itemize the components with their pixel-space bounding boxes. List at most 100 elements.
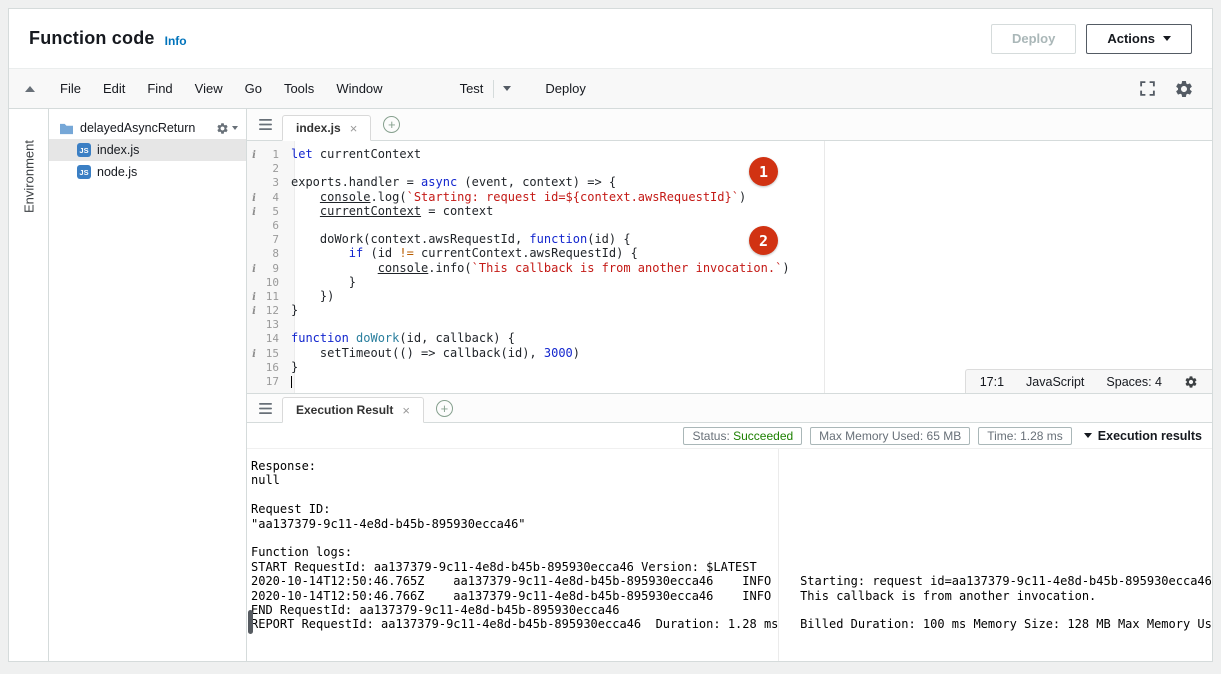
log-line: 2020-10-14T12:50:46.766Z aa137379-9c11-4… <box>251 589 1212 603</box>
tab-list-icon[interactable] <box>259 119 272 130</box>
test-control: Test <box>450 80 521 98</box>
fullscreen-icon[interactable] <box>1139 80 1156 97</box>
code-text: let currentContext <box>291 147 421 161</box>
tab-index-js[interactable]: index.js × <box>282 115 371 141</box>
code-line-13[interactable]: 13 <box>247 317 1212 331</box>
log-line: 2020-10-14T12:50:46.765Z aa137379-9c11-4… <box>251 574 1212 588</box>
code-line-4[interactable]: i4 console.log(`Starting: request id=${c… <box>247 190 1212 204</box>
test-button[interactable]: Test <box>450 81 494 96</box>
code-line-14[interactable]: 14function doWork(id, callback) { <box>247 331 1212 345</box>
deploy-button[interactable]: Deploy <box>991 24 1076 54</box>
result-badges: Status: Succeeded Max Memory Used: 65 MB T… <box>683 427 1071 445</box>
execution-results-toggle[interactable]: Execution results <box>1084 429 1202 443</box>
log-lines: Response:nullRequest ID:"aa137379-9c11-4… <box>251 459 1212 632</box>
line-number: 1 <box>261 148 287 162</box>
results-tabbar: Execution Result × + <box>247 394 1212 423</box>
folder-settings-gear-icon[interactable] <box>216 122 238 135</box>
menu-deploy[interactable]: Deploy <box>534 69 596 109</box>
tree-item-delayedasyncreturn[interactable]: delayedAsyncReturn <box>49 117 246 139</box>
badge-status: Status: Succeeded <box>683 427 802 445</box>
settings-gear-icon[interactable] <box>1174 79 1194 99</box>
chevron-down-icon <box>503 86 511 91</box>
code-line-7[interactable]: 7 doWork(context.awsRequestId, function(… <box>247 232 1212 246</box>
code-text: console.info(`This callback is from anot… <box>291 261 790 275</box>
actions-button[interactable]: Actions <box>1086 24 1192 54</box>
info-link[interactable]: Info <box>165 34 187 48</box>
code-line-8[interactable]: 8 if (id != currentContext.awsRequestId)… <box>247 246 1212 260</box>
header-actions: Deploy Actions <box>991 24 1192 54</box>
code-line-9[interactable]: i9 console.info(`This callback is from a… <box>247 261 1212 275</box>
log-line: null <box>251 473 1212 487</box>
file-tree-panel: delayedAsyncReturn JS index.js JSnode.js <box>49 109 247 661</box>
code-line-6[interactable]: 6 <box>247 218 1212 232</box>
line-number: 7 <box>261 233 287 247</box>
test-dropdown-caret[interactable] <box>493 80 520 98</box>
function-code-card: Function code Info Deploy Actions FileEd… <box>8 8 1213 662</box>
menu-view[interactable]: View <box>184 69 234 109</box>
chevron-down-icon <box>1084 433 1092 438</box>
code-line-1[interactable]: i1let currentContext <box>247 147 1212 161</box>
line-number: 12 <box>261 304 287 318</box>
code-line-3[interactable]: 3exports.handler = async (event, context… <box>247 175 1212 189</box>
tree-item-label: index.js <box>97 143 139 157</box>
code-line-15[interactable]: i15 setTimeout(() => callback(id), 3000) <box>247 346 1212 360</box>
menu-find[interactable]: Find <box>136 69 183 109</box>
code-text: exports.handler = async (event, context)… <box>291 175 616 189</box>
execution-result-panel: Execution Result × + Status: Succeeded Ma… <box>247 393 1212 661</box>
editor-settings-gear-icon[interactable] <box>1184 375 1198 389</box>
log-scrollbar[interactable] <box>248 610 253 634</box>
badge-value: 1.28 ms <box>1020 429 1063 443</box>
annotation-badge-2: 2 <box>749 226 778 255</box>
line-number: 9 <box>261 262 287 276</box>
badge-time: Time: 1.28 ms <box>978 427 1072 445</box>
line-number: 17 <box>261 375 287 389</box>
line-number: 6 <box>261 219 287 233</box>
editor-status-bar: 17:1 JavaScript Spaces: 4 <box>965 369 1212 393</box>
menu-go[interactable]: Go <box>234 69 273 109</box>
code-text: console.log(`Starting: request id=${cont… <box>291 190 746 204</box>
indentation-setting[interactable]: Spaces: 4 <box>1106 375 1162 389</box>
environment-label: Environment <box>9 117 49 237</box>
actions-button-label: Actions <box>1107 31 1155 46</box>
code-line-12[interactable]: i12} <box>247 303 1212 317</box>
code-editor[interactable]: i1let currentContext23exports.handler = … <box>247 141 1212 393</box>
environment-strip[interactable]: Environment <box>9 109 49 661</box>
code-line-2[interactable]: 2 <box>247 161 1212 175</box>
tree-item-node-js[interactable]: JSnode.js <box>49 161 246 183</box>
code-line-11[interactable]: i11 }) <box>247 289 1212 303</box>
results-tab-list-icon[interactable] <box>259 403 272 414</box>
tree-item-index-js[interactable]: JS index.js <box>49 139 246 161</box>
badge-label: Time: <box>987 429 1020 443</box>
header: Function code Info Deploy Actions <box>9 9 1212 69</box>
page-title: Function code <box>29 28 155 49</box>
gear-icon <box>216 122 229 135</box>
plus-icon: + <box>388 118 396 131</box>
editor-menubar: FileEditFindViewGoToolsWindow Test Deplo… <box>9 69 1212 109</box>
js-file-icon: JS <box>77 143 91 157</box>
code-text: } <box>291 275 356 289</box>
language-mode[interactable]: JavaScript <box>1026 375 1084 389</box>
menu-tools[interactable]: Tools <box>273 69 325 109</box>
code-line-5[interactable]: i5 currentContext = context <box>247 204 1212 218</box>
js-badge: JS <box>77 143 91 157</box>
log-line <box>251 488 1212 502</box>
badge-label: Status: <box>692 429 733 443</box>
badge-value: 65 MB <box>927 429 962 443</box>
menu-edit[interactable]: Edit <box>92 69 136 109</box>
close-icon[interactable]: × <box>350 122 358 135</box>
badge-max-memory-used: Max Memory Used: 65 MB <box>810 427 970 445</box>
code-text: if (id != currentContext.awsRequestId) { <box>291 246 638 260</box>
log-line <box>251 531 1212 545</box>
code-line-10[interactable]: 10 } <box>247 275 1212 289</box>
tab-execution-result[interactable]: Execution Result × <box>282 397 424 423</box>
new-tab-button[interactable]: + <box>383 116 400 133</box>
menu-file[interactable]: File <box>49 69 92 109</box>
collapse-menubar-icon[interactable] <box>25 86 35 92</box>
close-icon[interactable]: × <box>402 404 410 417</box>
log-line: START RequestId: aa137379-9c11-4e8d-b45b… <box>251 560 1212 574</box>
log-line: Function logs: <box>251 545 1212 559</box>
log-output[interactable]: Response:nullRequest ID:"aa137379-9c11-4… <box>247 449 1212 661</box>
new-results-tab-button[interactable]: + <box>436 400 453 417</box>
menu-window[interactable]: Window <box>325 69 393 109</box>
code-text: doWork(context.awsRequestId, function(id… <box>291 232 631 246</box>
